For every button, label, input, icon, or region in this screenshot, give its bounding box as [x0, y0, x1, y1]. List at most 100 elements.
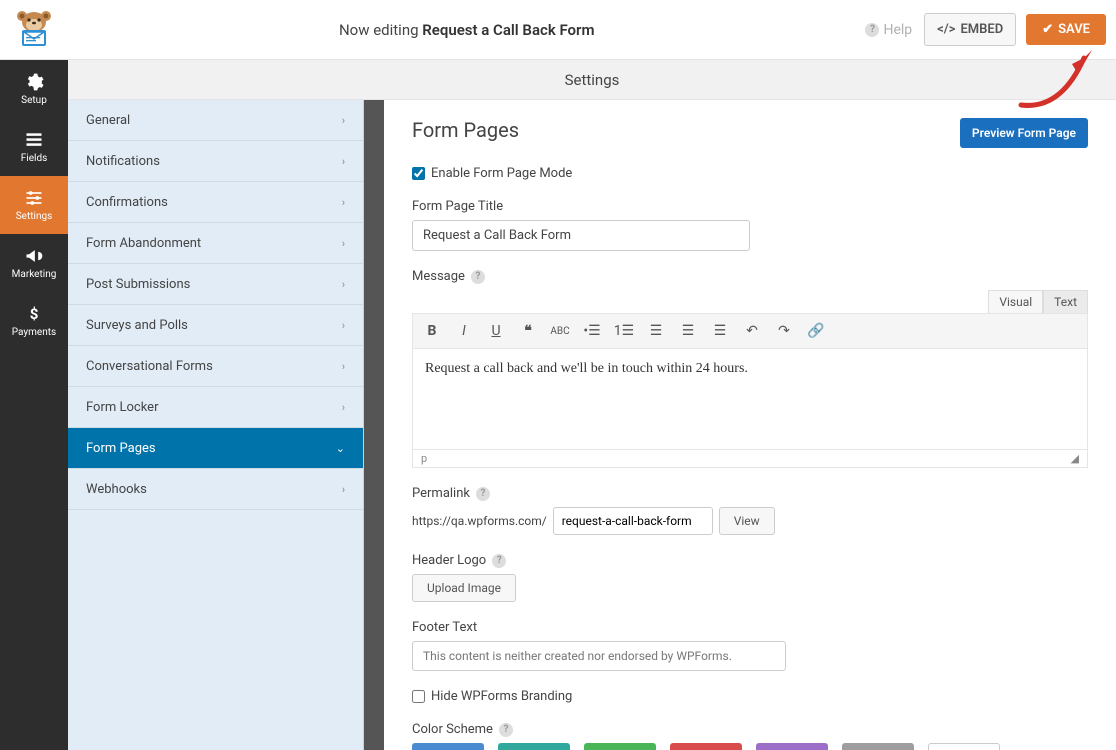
settings-item-label: Post Submissions: [86, 277, 190, 292]
form-name: Request a Call Back Form: [422, 21, 594, 39]
color-swatch[interactable]: ✔: [670, 743, 742, 750]
enable-form-page-label: Enable Form Page Mode: [431, 166, 572, 181]
settings-item-label: Webhooks: [86, 482, 147, 497]
align-right-icon[interactable]: ☰: [709, 320, 731, 342]
color-swatch[interactable]: [584, 743, 656, 750]
dollar-icon: $: [24, 304, 44, 324]
bullet-list-icon[interactable]: •☰: [581, 320, 603, 342]
settings-item-label: Notifications: [86, 154, 160, 169]
undo-icon[interactable]: ↶: [741, 320, 763, 342]
editor-status-bar: p ◢: [413, 449, 1087, 467]
color-swatch[interactable]: [842, 743, 914, 750]
embed-button[interactable]: </> EMBED: [924, 13, 1016, 46]
form-title-label: Form Page Title: [412, 199, 1088, 214]
underline-icon[interactable]: U: [485, 320, 507, 342]
settings-item-form-pages[interactable]: Form Pages⌄: [68, 428, 363, 469]
settings-item-label: Form Abandonment: [86, 236, 201, 251]
settings-item-label: Confirmations: [86, 195, 168, 210]
settings-item-label: Conversational Forms: [86, 359, 213, 374]
header-logo-label: Header Logo ?: [412, 553, 1088, 568]
settings-item-webhooks[interactable]: Webhooks ›: [68, 469, 363, 510]
save-label: SAVE: [1058, 22, 1090, 37]
upload-image-button[interactable]: Upload Image: [412, 574, 516, 602]
content-header: Form Pages Preview Form Page: [412, 118, 1088, 148]
check-icon: ✔: [1042, 22, 1053, 37]
enable-form-page-checkbox[interactable]: [412, 167, 425, 180]
italic-icon[interactable]: I: [453, 320, 475, 342]
editing-prefix: Now editing: [339, 21, 422, 39]
color-picker-button[interactable]: ✎: [928, 743, 1000, 750]
wpforms-logo: [0, 8, 68, 52]
help-icon[interactable]: ?: [492, 554, 506, 568]
nav-setup-label: Setup: [21, 95, 47, 106]
redo-icon[interactable]: ↷: [773, 320, 795, 342]
embed-label: EMBED: [960, 22, 1003, 37]
chevron-right-icon: ›: [342, 319, 345, 332]
color-swatch[interactable]: [498, 743, 570, 750]
permalink-slug-input[interactable]: [553, 507, 713, 535]
help-icon: ?: [865, 23, 879, 37]
settings-item-form-abandonment[interactable]: Form Abandonment ›: [68, 223, 363, 264]
settings-item-general[interactable]: General›: [68, 100, 363, 141]
settings-item-notifications[interactable]: Notifications›: [68, 141, 363, 182]
align-left-icon[interactable]: ☰: [645, 320, 667, 342]
nav-settings[interactable]: Settings: [0, 176, 68, 234]
help-link[interactable]: ? Help: [865, 22, 912, 38]
help-icon[interactable]: ?: [471, 270, 485, 284]
number-list-icon[interactable]: 1☰: [613, 320, 635, 342]
nav-fields[interactable]: Fields: [0, 118, 68, 176]
link-icon[interactable]: 🔗: [805, 320, 827, 342]
content-pane: Form Pages Preview Form Page Enable Form…: [384, 100, 1116, 750]
color-swatch[interactable]: [756, 743, 828, 750]
nav-payments[interactable]: $ Payments: [0, 292, 68, 350]
footer-text-label: Footer Text: [412, 620, 1088, 635]
color-swatch[interactable]: [412, 743, 484, 750]
editor-tab-visual[interactable]: Visual: [988, 290, 1043, 313]
view-button[interactable]: View: [719, 507, 775, 535]
settings-item-surveys-and-polls[interactable]: Surveys and Polls›: [68, 305, 363, 346]
nav-setup[interactable]: Setup: [0, 60, 68, 118]
footer-text-input[interactable]: [412, 641, 786, 671]
chevron-right-icon: ›: [342, 237, 345, 250]
chevron-right-icon: ›: [342, 360, 345, 373]
footer-text-row: Footer Text: [412, 620, 1088, 671]
chevron-right-icon: ›: [342, 196, 345, 209]
settings-item-label: General: [86, 113, 130, 128]
editor-body[interactable]: Request a call back and we'll be in touc…: [413, 349, 1087, 449]
nav-payments-label: Payments: [12, 327, 56, 338]
settings-list: General›Notifications›Confirmations›Form…: [68, 100, 364, 750]
help-icon[interactable]: ?: [499, 723, 513, 737]
nav-fields-label: Fields: [21, 153, 48, 164]
gear-icon: [24, 72, 44, 92]
settings-item-form-locker[interactable]: Form Locker›: [68, 387, 363, 428]
strike-icon[interactable]: ABC: [549, 320, 571, 342]
header-logo-row: Header Logo ? Upload Image: [412, 553, 1088, 602]
list-icon: [24, 130, 44, 150]
editor-tabs: Visual Text: [412, 290, 1088, 313]
page-heading: Form Pages: [412, 118, 519, 142]
settings-item-post-submissions[interactable]: Post Submissions›: [68, 264, 363, 305]
hide-branding-checkbox[interactable]: [412, 690, 425, 703]
permalink-label: Permalink ?: [412, 486, 1088, 501]
bold-icon[interactable]: B: [421, 320, 443, 342]
chevron-right-icon: ›: [342, 483, 345, 496]
nav-rail: Setup Fields Settings Marketing $ Paymen…: [0, 60, 68, 750]
panel-header: Settings: [68, 60, 1116, 100]
save-button[interactable]: ✔ SAVE: [1026, 14, 1106, 45]
align-center-icon[interactable]: ☰: [677, 320, 699, 342]
help-icon[interactable]: ?: [476, 487, 490, 501]
blockquote-icon[interactable]: ❝: [517, 320, 539, 342]
settings-item-conversational-forms[interactable]: Conversational Forms ›: [68, 346, 363, 387]
hide-branding-label: Hide WPForms Branding: [431, 689, 572, 704]
color-scheme-label: Color Scheme ?: [412, 722, 1088, 737]
settings-item-confirmations[interactable]: Confirmations ›: [68, 182, 363, 223]
editor-tab-text[interactable]: Text: [1043, 290, 1088, 313]
rich-text-editor: B I U ❝ ABC •☰ 1☰ ☰ ☰ ☰ ↶ ↷ 🔗 Request a …: [412, 313, 1088, 468]
form-title-input[interactable]: [412, 220, 750, 251]
nav-marketing-label: Marketing: [12, 269, 57, 280]
main-layout: Setup Fields Settings Marketing $ Paymen…: [0, 100, 1116, 750]
nav-marketing[interactable]: Marketing: [0, 234, 68, 292]
resize-handle-icon[interactable]: ◢: [1071, 452, 1079, 465]
chevron-down-icon: ⌄: [336, 442, 345, 455]
preview-form-page-button[interactable]: Preview Form Page: [960, 118, 1088, 148]
